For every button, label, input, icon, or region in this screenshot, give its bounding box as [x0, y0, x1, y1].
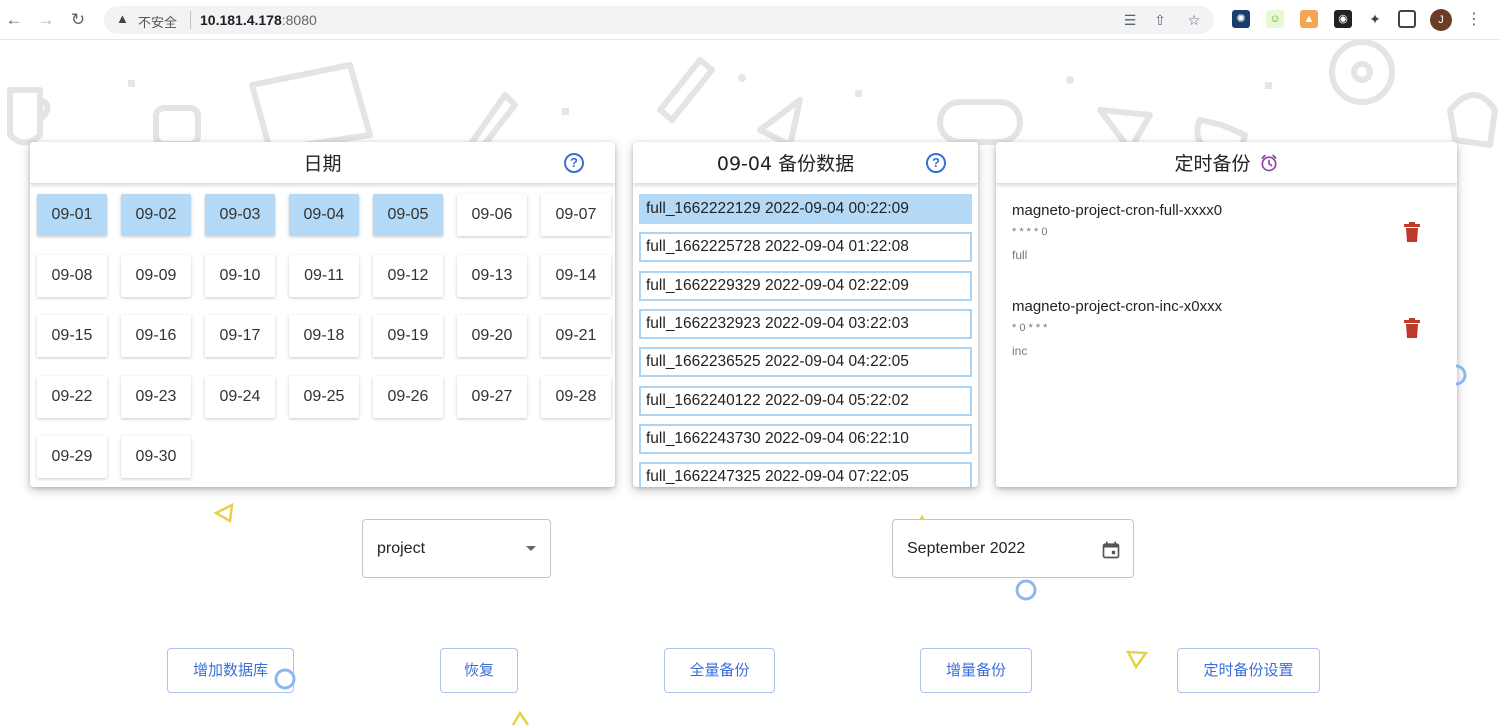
date-cell[interactable]: 09-26	[373, 375, 443, 418]
security-label: 不安全	[138, 16, 178, 31]
triangle-decoration	[213, 502, 234, 524]
metamask-fox-icon[interactable]: ▲	[1300, 10, 1318, 28]
date-cell[interactable]: 09-03	[205, 194, 275, 236]
caret-down-icon	[526, 546, 536, 551]
extension-mask-icon[interactable]: ◉	[1334, 10, 1352, 28]
backup-list-item[interactable]: full_1662232923 2022-09-04 03:22:03	[639, 308, 972, 339]
backup-list-item[interactable]: full_1662222129 2022-09-04 00:22:09	[639, 194, 972, 224]
cron-job-expression: * * * * 0	[1012, 226, 1048, 238]
browser-toolbar: ← → ↻ ▲ 不安全 10.181.4.178:8080 ☰ ⇧ ☆ ✺ ☺ …	[0, 0, 1500, 40]
dates-card-header: 日期 ?	[30, 142, 615, 184]
delete-trash-icon[interactable]	[1404, 222, 1420, 242]
date-cell[interactable]: 09-10	[205, 254, 275, 297]
date-cell[interactable]: 09-27	[457, 375, 527, 418]
date-cell[interactable]: 09-13	[457, 254, 527, 297]
cron-job-type: inc	[1012, 344, 1028, 358]
date-cell[interactable]: 09-04	[289, 194, 359, 236]
reload-icon[interactable]: ↻	[66, 8, 90, 32]
date-cell[interactable]: 09-12	[373, 254, 443, 297]
backup-list-item[interactable]: full_1662240122 2022-09-04 05:22:02	[639, 385, 972, 416]
date-cell[interactable]: 09-20	[457, 315, 527, 357]
date-cell[interactable]: 09-05	[373, 194, 443, 236]
date-cell[interactable]: 09-25	[289, 375, 359, 418]
date-cell[interactable]: 09-28	[541, 375, 611, 418]
cron-card-header: 定时备份	[996, 142, 1457, 184]
delete-trash-icon[interactable]	[1404, 318, 1420, 338]
url-text: 10.181.4.178:8080	[200, 12, 317, 28]
date-cell[interactable]: 09-22	[37, 375, 107, 418]
address-bar[interactable]: ▲ 不安全 10.181.4.178:8080 ☰ ⇧ ☆	[104, 6, 1214, 34]
date-cell[interactable]: 09-18	[289, 315, 359, 357]
more-vertical-icon[interactable]: ⋮	[1464, 9, 1484, 31]
circle-decoration	[274, 668, 296, 690]
help-circle-icon[interactable]: ?	[564, 153, 584, 173]
cron-job-name: magneto-project-cron-full-xxxx0	[1012, 202, 1223, 219]
backup-list-item[interactable]: full_1662247325 2022-09-04 07:22:05	[639, 462, 972, 487]
date-cell[interactable]: 09-17	[205, 315, 275, 357]
date-cell[interactable]: 09-24	[205, 375, 275, 418]
extension-face-icon[interactable]: ☺	[1266, 10, 1284, 28]
react-devtools-icon[interactable]: ✺	[1232, 10, 1250, 28]
puzzle-extensions-icon[interactable]: ✦	[1366, 10, 1384, 28]
backup-card-title: 09-04 备份数据	[716, 153, 855, 175]
restore-button[interactable]: 恢复	[440, 648, 518, 693]
month-picker-value: September 2022	[907, 540, 1026, 557]
incremental-backup-button[interactable]: 增量备份	[920, 648, 1032, 693]
date-cell[interactable]: 09-23	[121, 375, 191, 418]
date-cell[interactable]: 09-21	[541, 315, 611, 357]
date-cell[interactable]: 09-29	[37, 436, 107, 478]
bookmark-star-icon[interactable]: ☆	[1184, 10, 1204, 30]
dates-card-title: 日期	[303, 153, 342, 175]
date-cell[interactable]: 09-02	[121, 194, 191, 236]
cron-backup-settings-button[interactable]: 定时备份设置	[1177, 648, 1320, 693]
backup-list-item[interactable]: full_1662225728 2022-09-04 01:22:08	[639, 232, 972, 263]
full-backup-button[interactable]: 全量备份	[664, 648, 775, 693]
circle-decoration	[1015, 579, 1037, 601]
calendar-icon[interactable]	[1101, 540, 1121, 560]
cron-backup-card: 定时备份 magneto-project-cron-full-xxxx0 * * …	[996, 142, 1457, 487]
date-cell[interactable]: 09-14	[541, 254, 611, 297]
side-panel-icon[interactable]	[1398, 10, 1416, 28]
cron-job-expression: * 0 * * *	[1012, 322, 1048, 334]
backup-list-item[interactable]: full_1662236525 2022-09-04 04:22:05	[639, 347, 972, 378]
translate-icon[interactable]: ☰	[1120, 10, 1140, 30]
cron-job-name: magneto-project-cron-inc-x0xxx	[1012, 298, 1223, 315]
project-select[interactable]: project	[362, 519, 551, 578]
date-cell[interactable]: 09-30	[121, 436, 191, 478]
circle-decoration	[1455, 364, 1467, 386]
cron-job-type: full	[1012, 248, 1028, 262]
date-cell[interactable]: 09-08	[37, 254, 107, 297]
backup-list-item[interactable]: full_1662229329 2022-09-04 02:22:09	[639, 270, 972, 301]
profile-avatar[interactable]: J	[1430, 9, 1452, 31]
backup-data-card: 09-04 备份数据 ? full_1662222129 2022-09-04 …	[633, 142, 978, 487]
date-cell[interactable]: 09-09	[121, 254, 191, 297]
project-select-value: project	[377, 540, 426, 557]
month-picker[interactable]: September 2022	[892, 519, 1134, 578]
date-cell[interactable]: 09-16	[121, 315, 191, 357]
forward-icon[interactable]: →	[34, 8, 58, 32]
backup-card-header: 09-04 备份数据 ?	[633, 142, 978, 184]
date-cell[interactable]: 09-07	[541, 194, 611, 236]
date-cell[interactable]: 09-15	[37, 315, 107, 357]
triangle-decoration	[511, 710, 530, 726]
share-icon[interactable]: ⇧	[1150, 10, 1170, 30]
date-cell[interactable]: 09-06	[457, 194, 527, 236]
help-circle-icon[interactable]: ?	[926, 153, 946, 173]
triangle-decoration	[1125, 650, 1149, 670]
backup-list-item[interactable]: full_1662243730 2022-09-04 06:22:10	[639, 423, 972, 454]
back-icon[interactable]: ←	[2, 8, 26, 32]
warning-icon: ▲	[116, 11, 129, 26]
alarm-clock-icon	[1261, 154, 1276, 171]
date-cell[interactable]: 09-01	[37, 194, 107, 236]
date-cell[interactable]: 09-19	[373, 315, 443, 357]
divider	[190, 11, 191, 29]
date-cell[interactable]: 09-11	[289, 254, 359, 297]
cron-card-title: 定时备份	[1174, 153, 1251, 175]
dates-card: 日期 ? 09-01 09-02 09-03 09-04 09-05 09-06 09-07…	[30, 142, 615, 487]
